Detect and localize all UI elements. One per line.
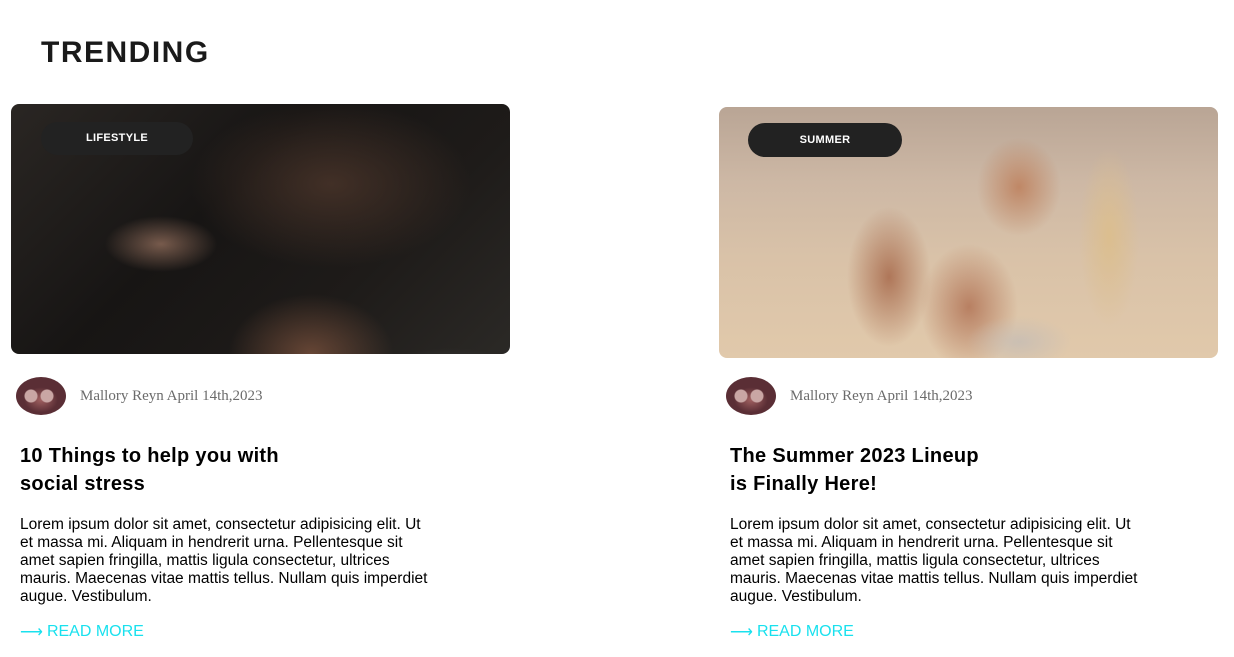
read-more-label: READ MORE: [756, 623, 854, 640]
author-meta: Mallory Reyn April 14th,2023: [726, 377, 973, 415]
read-more-link[interactable]: ⟶ READ MORE: [20, 622, 144, 642]
card-excerpt: Lorem ipsum dolor sit amet, consectetur …: [730, 516, 1138, 605]
author-meta: Mallory Reyn April 14th,2023: [16, 377, 263, 415]
card-title[interactable]: The Summer 2023 Lineup is Finally Here!: [730, 442, 1060, 498]
category-tag[interactable]: SUMMER: [748, 123, 902, 157]
read-more-link[interactable]: ⟶ READ MORE: [730, 622, 854, 642]
card-title-line-1: 10 Things to help you with: [20, 445, 279, 467]
card-title-line-1: The Summer 2023 Lineup: [730, 445, 979, 467]
author-date: Mallory Reyn April 14th,2023: [790, 387, 973, 404]
arrow-right-icon: ⟶: [20, 624, 43, 641]
card-excerpt: Lorem ipsum dolor sit amet, consectetur …: [20, 516, 428, 605]
arrow-right-icon: ⟶: [730, 624, 753, 641]
author-date: Mallory Reyn April 14th,2023: [80, 387, 263, 404]
card-title[interactable]: 10 Things to help you with social stress: [20, 442, 350, 498]
card-title-line-2: social stress: [20, 473, 146, 495]
author-avatar: [16, 377, 66, 415]
card-image[interactable]: LIFESTYLE: [11, 104, 510, 354]
blog-card-summer[interactable]: SUMMER Mallory Reyn April 14th,2023 The …: [719, 107, 1219, 641]
read-more-label: READ MORE: [46, 623, 144, 640]
category-tag[interactable]: LIFESTYLE: [41, 122, 193, 155]
card-image[interactable]: SUMMER: [719, 107, 1218, 358]
card-title-line-2: is Finally Here!: [730, 473, 878, 495]
author-avatar: [726, 377, 776, 415]
blog-card-lifestyle[interactable]: LIFESTYLE Mallory Reyn April 14th,2023 1…: [11, 104, 511, 641]
section-title: TRENDING: [41, 36, 210, 69]
